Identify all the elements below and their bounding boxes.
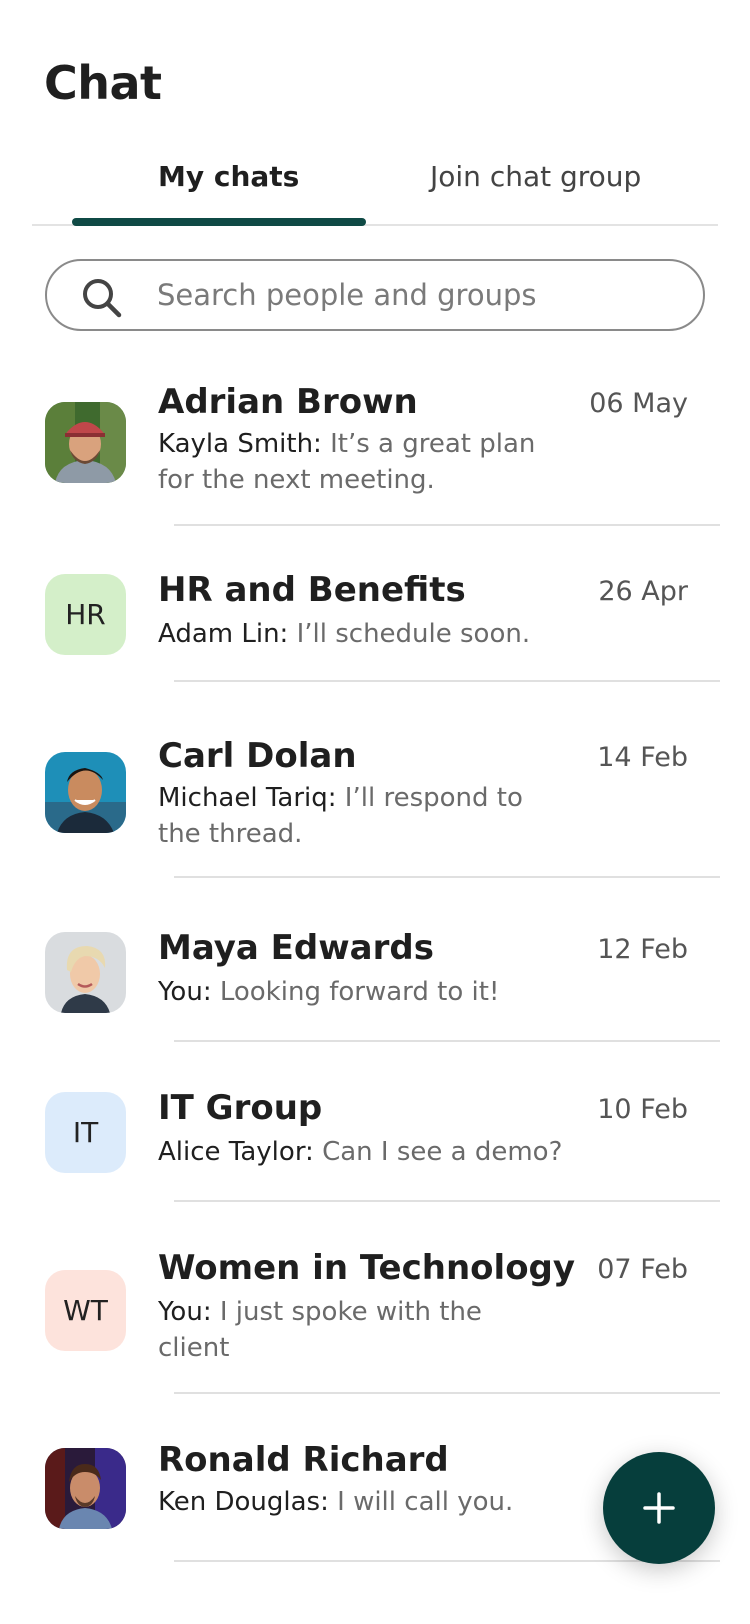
chat-date: 10 Feb — [597, 1094, 688, 1125]
preview-sender: Adam Lin: — [158, 619, 289, 649]
chat-item-maya-edwards[interactable]: Maya Edwards 12 Feb You: Looking forward… — [0, 886, 750, 1046]
chat-date: 07 Feb — [597, 1254, 688, 1285]
chat-name: Adrian Brown — [158, 382, 418, 422]
preview-sender: Ken Douglas: — [158, 1487, 329, 1517]
avatar — [45, 402, 126, 483]
chat-date: 14 Feb — [597, 742, 688, 773]
page-title: Chat — [44, 56, 162, 110]
divider — [174, 1200, 720, 1202]
chat-item-women-in-technology[interactable]: WT Women in Technology 07 Feb You: I jus… — [0, 1206, 750, 1402]
chat-preview: Ken Douglas: I will call you. — [158, 1484, 578, 1520]
preview-message: Can I see a demo? — [313, 1137, 563, 1167]
search-bar[interactable] — [45, 259, 705, 331]
search-input[interactable] — [157, 273, 677, 317]
preview-sender: Kayla Smith: — [158, 429, 322, 459]
chat-name: Carl Dolan — [158, 736, 357, 776]
preview-sender: Alice Taylor: — [158, 1137, 314, 1167]
chat-date: 12 Feb — [597, 934, 688, 965]
active-tab-indicator — [72, 218, 366, 226]
avatar — [45, 932, 126, 1013]
chat-preview: Kayla Smith: It’s a great plan for the n… — [158, 426, 548, 498]
tab-my-chats[interactable]: My chats — [158, 160, 299, 193]
chat-date: 26 Apr — [598, 576, 688, 607]
chat-preview: Michael Tariq: I’ll respond to the threa… — [158, 780, 548, 852]
divider — [174, 1392, 720, 1394]
preview-sender: You: — [158, 977, 212, 1007]
chat-preview: You: Looking forward to it! — [158, 974, 578, 1010]
avatar-initials: WT — [63, 1294, 108, 1327]
tab-join-chat-group[interactable]: Join chat group — [430, 160, 641, 193]
preview-sender: Michael Tariq: — [158, 783, 337, 813]
avatar-initials: IT — [72, 1116, 99, 1149]
search-icon — [83, 279, 122, 318]
avatar: IT — [45, 1092, 126, 1173]
avatar-initials: HR — [65, 598, 106, 631]
chat-name: HR and Benefits — [158, 570, 466, 610]
divider — [174, 524, 720, 526]
preview-message: I’ll schedule soon. — [288, 619, 531, 649]
preview-message: I will call you. — [328, 1487, 514, 1517]
chat-item-hr-and-benefits[interactable]: HR HR and Benefits 26 Apr Adam Lin: I’ll… — [0, 530, 750, 690]
avatar: WT — [45, 1270, 126, 1351]
chat-item-adrian-brown[interactable]: Adrian Brown 06 May Kayla Smith: It’s a … — [0, 380, 750, 530]
chat-preview: Adam Lin: I’ll schedule soon. — [158, 616, 578, 652]
chat-name: Women in Technology — [158, 1248, 576, 1288]
chat-item-it-group[interactable]: IT IT Group 10 Feb Alice Taylor: Can I s… — [0, 1046, 750, 1206]
chat-item-carl-dolan[interactable]: Carl Dolan 14 Feb Michael Tariq: I’ll re… — [0, 690, 750, 886]
preview-sender: You: — [158, 1297, 212, 1327]
avatar — [45, 752, 126, 833]
chat-name: Ronald Richard — [158, 1440, 449, 1480]
chat-preview: Alice Taylor: Can I see a demo? — [158, 1134, 588, 1170]
new-chat-button[interactable] — [603, 1452, 715, 1564]
preview-message: Looking forward to it! — [211, 977, 500, 1007]
chat-name: IT Group — [158, 1088, 323, 1128]
divider — [174, 876, 720, 878]
divider — [174, 1040, 720, 1042]
chat-name: Maya Edwards — [158, 928, 434, 968]
chat-preview: You: I just spoke with the client — [158, 1294, 508, 1366]
divider — [174, 680, 720, 682]
tab-bar: My chats Join chat group — [32, 150, 718, 226]
chat-date: 06 May — [589, 388, 688, 419]
avatar: HR — [45, 574, 126, 655]
avatar — [45, 1448, 126, 1529]
plus-icon — [643, 1492, 675, 1524]
